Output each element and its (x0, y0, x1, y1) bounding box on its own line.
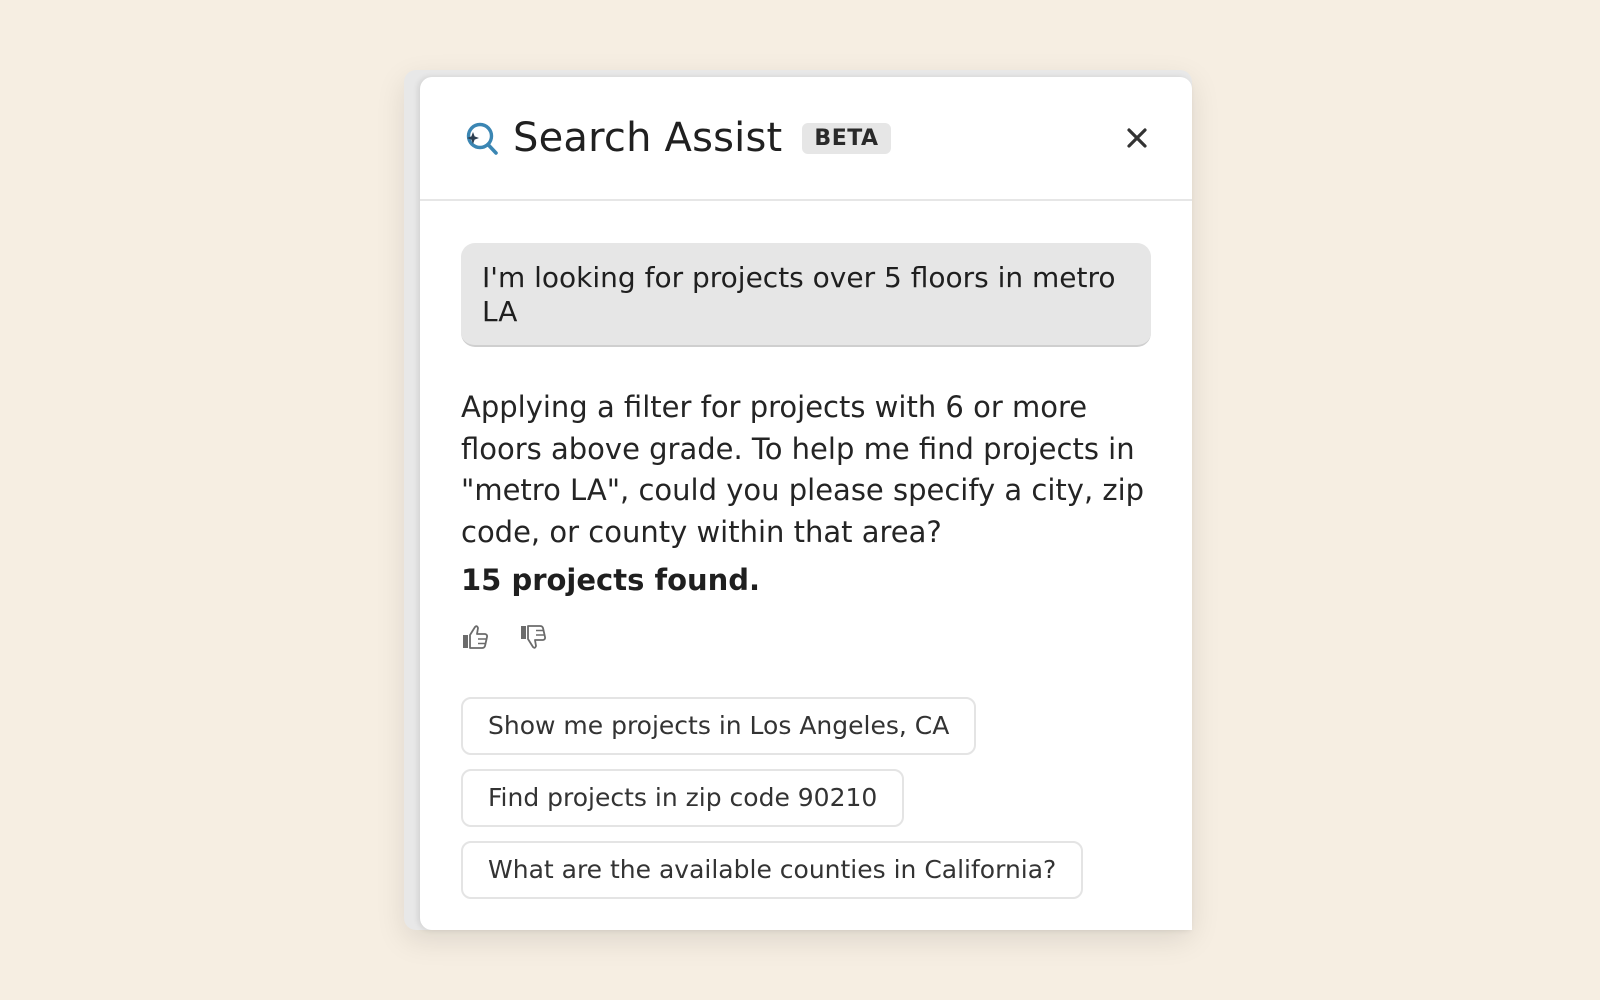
user-message-bubble: I'm looking for projects over 5 floors i… (461, 243, 1151, 347)
search-assist-panel: Search Assist BETA I'm looking for proje… (420, 77, 1192, 930)
beta-badge: BETA (802, 122, 891, 154)
result-count: 15 projects found. (461, 563, 761, 597)
thumbs-up-icon[interactable] (461, 623, 489, 651)
assistant-message: Applying a filter for projects with 6 or… (461, 390, 1145, 549)
suggestion-chip[interactable]: Show me projects in Los Angeles, CA (461, 697, 977, 755)
thumbs-down-icon[interactable] (519, 623, 547, 651)
search-sparkle-icon (466, 122, 498, 155)
feedback-row (461, 623, 1151, 651)
panel-title: Search Assist (513, 115, 783, 161)
close-icon[interactable] (1122, 123, 1152, 153)
conversation-area: I'm looking for projects over 5 floors i… (420, 201, 1192, 899)
suggestion-list: Show me projects in Los Angeles, CA Find… (461, 697, 1151, 899)
suggestion-chip[interactable]: What are the available counties in Calif… (461, 841, 1084, 899)
suggestion-chip[interactable]: Find projects in zip code 90210 (461, 769, 905, 827)
panel-header: Search Assist BETA (420, 77, 1192, 201)
